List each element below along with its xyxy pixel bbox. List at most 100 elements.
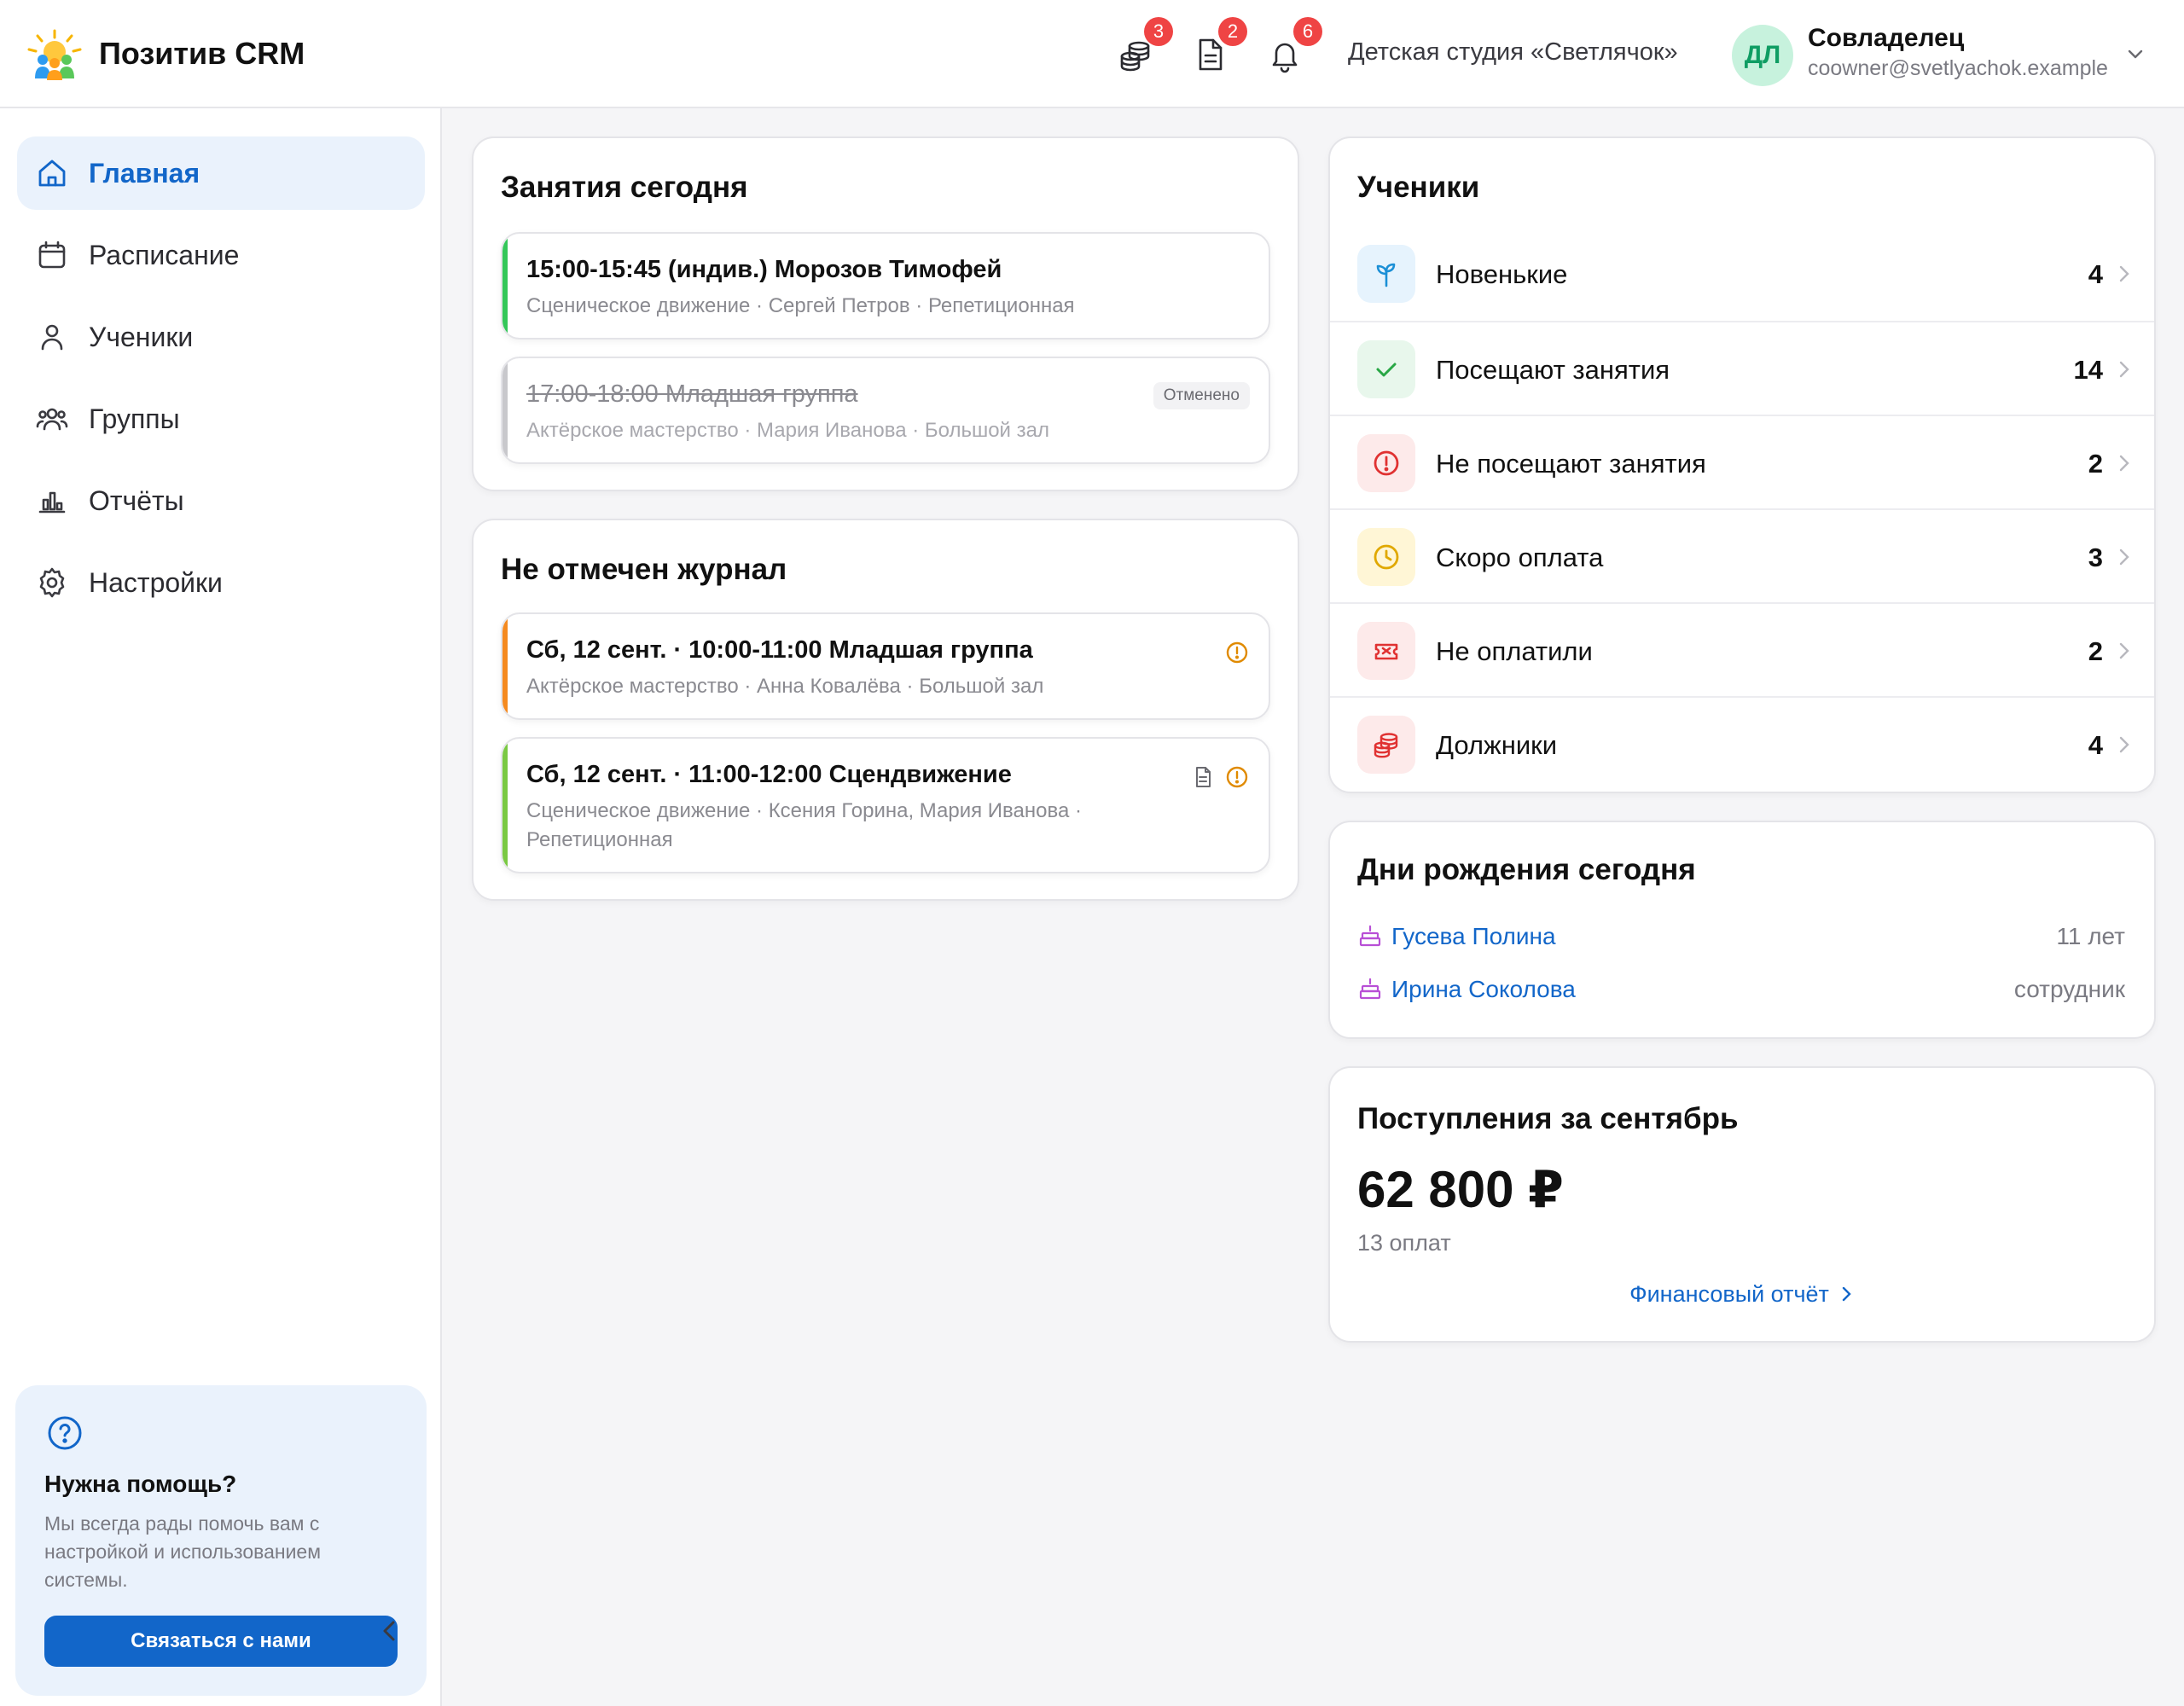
lesson-title: 17:00-18:00 Младшая группа: [526, 380, 858, 408]
help-title: Нужна помощь?: [44, 1471, 237, 1497]
home-icon: [38, 160, 66, 187]
document-badge: 2: [1218, 17, 1247, 46]
user-role[interactable]: Совладелец: [1808, 24, 1964, 53]
journal-lesson-card[interactable]: Сб, 12 сент. · 10:00-11:00 Младшая групп…: [501, 612, 1270, 720]
lesson-card-cancelled[interactable]: 17:00-18:00 Младшая группа Актёрское мас…: [501, 357, 1270, 464]
lesson-details: Сценическое движение · Сергей Петров · Р…: [526, 294, 1075, 317]
ticket-icon: [1357, 622, 1415, 680]
birthday-meta: 11 лет: [2056, 923, 2125, 949]
income-title: Поступления за сентябрь: [1357, 1102, 1739, 1135]
sidebar-item-reports[interactable]: Отчёты: [17, 464, 425, 537]
financial-report-link[interactable]: Финансовый отчёт: [1330, 1281, 2154, 1308]
sidebar-item-groups[interactable]: Группы: [17, 382, 425, 456]
warning-icon: [1226, 641, 1248, 664]
logo-icon: [27, 29, 82, 80]
gear-icon: [39, 567, 65, 598]
chevron-right-icon: [2119, 455, 2129, 472]
app-title: Позитив CRM: [99, 36, 305, 71]
bell-badge: 6: [1293, 17, 1322, 46]
bell-icon[interactable]: 6: [1266, 17, 1322, 73]
document-icon: [1196, 767, 1211, 787]
lesson-stripe: [502, 739, 508, 872]
row-label: Новенькие: [1436, 259, 1568, 289]
sidebar-item-settings[interactable]: Настройки: [17, 546, 425, 619]
chevron-right-icon: [2119, 265, 2129, 282]
sidebar-item-label: Настройки: [89, 566, 223, 598]
warning-icon: [1226, 766, 1248, 788]
sidebar-item-label: Отчёты: [89, 485, 184, 516]
lesson-details: Сценическое движение · Ксения Горина, Ма…: [526, 799, 1082, 851]
lesson-details: Актёрское мастерство · Анна Ковалёва · Б…: [526, 675, 1044, 698]
birthday-meta: сотрудник: [2013, 976, 2125, 1002]
alert-icon: [1357, 434, 1415, 492]
birthday-row: Ирина Соколова сотрудник: [1357, 972, 2125, 1007]
lesson-stripe: [502, 234, 508, 338]
collapse-sidebar-icon[interactable]: [375, 1616, 404, 1645]
row-label: Посещают занятия: [1436, 355, 1670, 385]
avatar[interactable]: ДЛ: [1732, 25, 1793, 86]
students-unpaid-row[interactable]: Не оплатили 2: [1330, 602, 2154, 696]
today-lessons-card: Занятия сегодня 15:00-15:45 (индив.) Мор…: [472, 136, 1299, 491]
students-payment-soon-row[interactable]: Скоро оплата 3: [1330, 508, 2154, 602]
lesson-title: Сб, 12 сент. · 11:00-12:00 Сцендвижение: [526, 761, 1012, 788]
sidebar-item-label: Главная: [89, 157, 200, 189]
document-icon[interactable]: 2: [1191, 17, 1247, 73]
user-icon: [41, 324, 63, 351]
sidebar-item-label: Ученики: [89, 321, 194, 352]
cancelled-badge: Отменено: [1153, 382, 1250, 409]
row-count: 14: [2073, 355, 2103, 385]
birthdays-card: Дни рождения сегодня Гусева Полина 11 ле…: [1328, 821, 2156, 1039]
chevron-right-icon: [2119, 548, 2129, 566]
journal-lesson-card[interactable]: Сб, 12 сент. · 11:00-12:00 Сцендвижение …: [501, 737, 1270, 873]
today-lessons-title: Занятия сегодня: [501, 171, 748, 204]
students-title: Ученики: [1357, 171, 1480, 204]
row-count: 3: [2088, 543, 2103, 572]
students-not-attending-row[interactable]: Не посещают занятия 2: [1330, 415, 2154, 508]
chart-icon: [38, 491, 66, 514]
lesson-details: Актёрское мастерство · Мария Иванова · Б…: [526, 419, 1049, 442]
cake-icon: [1359, 978, 1381, 1000]
birthday-row: Гусева Полина 11 лет: [1357, 920, 2125, 954]
contact-us-button[interactable]: Связаться с нами: [44, 1616, 398, 1667]
birthday-person-link[interactable]: Гусева Полина: [1391, 923, 1556, 950]
students-debtors-row[interactable]: Должники 4: [1330, 696, 2154, 790]
students-card: Ученики Новенькие 4 Посещают занятия 14 …: [1328, 136, 2156, 793]
calendar-icon: [38, 241, 66, 269]
income-payments-count: 13 оплат: [1357, 1230, 1451, 1256]
chevron-down-icon[interactable]: [2124, 43, 2146, 65]
row-count: 4: [2088, 730, 2103, 760]
lesson-stripe: [502, 358, 508, 462]
row-label: Скоро оплата: [1436, 543, 1604, 572]
row-count: 4: [2088, 259, 2103, 289]
sidebar-item-home[interactable]: Главная: [17, 136, 425, 210]
users-icon: [36, 408, 68, 431]
coins-icon: [1357, 716, 1415, 774]
chevron-right-icon: [2119, 361, 2129, 378]
students-new-row[interactable]: Новенькие 4: [1330, 227, 2154, 321]
journal-card: Не отмечен журнал Сб, 12 сент. · 10:00-1…: [472, 519, 1299, 901]
user-email: coowner@svetlyachok.example: [1808, 56, 2108, 80]
question-icon: [48, 1416, 82, 1450]
sprout-icon: [1357, 245, 1415, 303]
row-count: 2: [2088, 449, 2103, 479]
sidebar-item-students[interactable]: Ученики: [17, 300, 425, 374]
row-label: Не посещают занятия: [1436, 449, 1706, 479]
studio-selector[interactable]: Детская студия «Светлячок»: [1348, 38, 1678, 67]
financial-report-label: Финансовый отчёт: [1629, 1281, 1829, 1307]
sidebar: Главная Расписание Ученики Группы Отчёты…: [0, 108, 442, 1706]
lesson-card[interactable]: 15:00-15:45 (индив.) Морозов Тимофей Сце…: [501, 232, 1270, 339]
help-card: Нужна помощь? Мы всегда рады помочь вам …: [15, 1385, 427, 1696]
clock-icon: [1357, 528, 1415, 586]
cake-icon: [1359, 925, 1381, 947]
students-attending-row[interactable]: Посещают занятия 14: [1330, 321, 2154, 415]
top-header: Позитив CRM 3 2 6 Детская студия «Светля…: [0, 0, 2184, 108]
chevron-right-icon: [1842, 1286, 1851, 1302]
finance-icon[interactable]: 3: [1117, 17, 1173, 73]
chevron-right-icon: [2119, 642, 2129, 659]
lesson-stripe: [502, 614, 508, 718]
income-amount: 62 800 ₽: [1357, 1161, 1564, 1218]
help-text: Мы всегда рады помочь вам с настройкой и…: [44, 1512, 322, 1591]
sidebar-item-label: Расписание: [89, 239, 240, 270]
sidebar-item-schedule[interactable]: Расписание: [17, 218, 425, 292]
birthday-person-link[interactable]: Ирина Соколова: [1391, 976, 1576, 1003]
